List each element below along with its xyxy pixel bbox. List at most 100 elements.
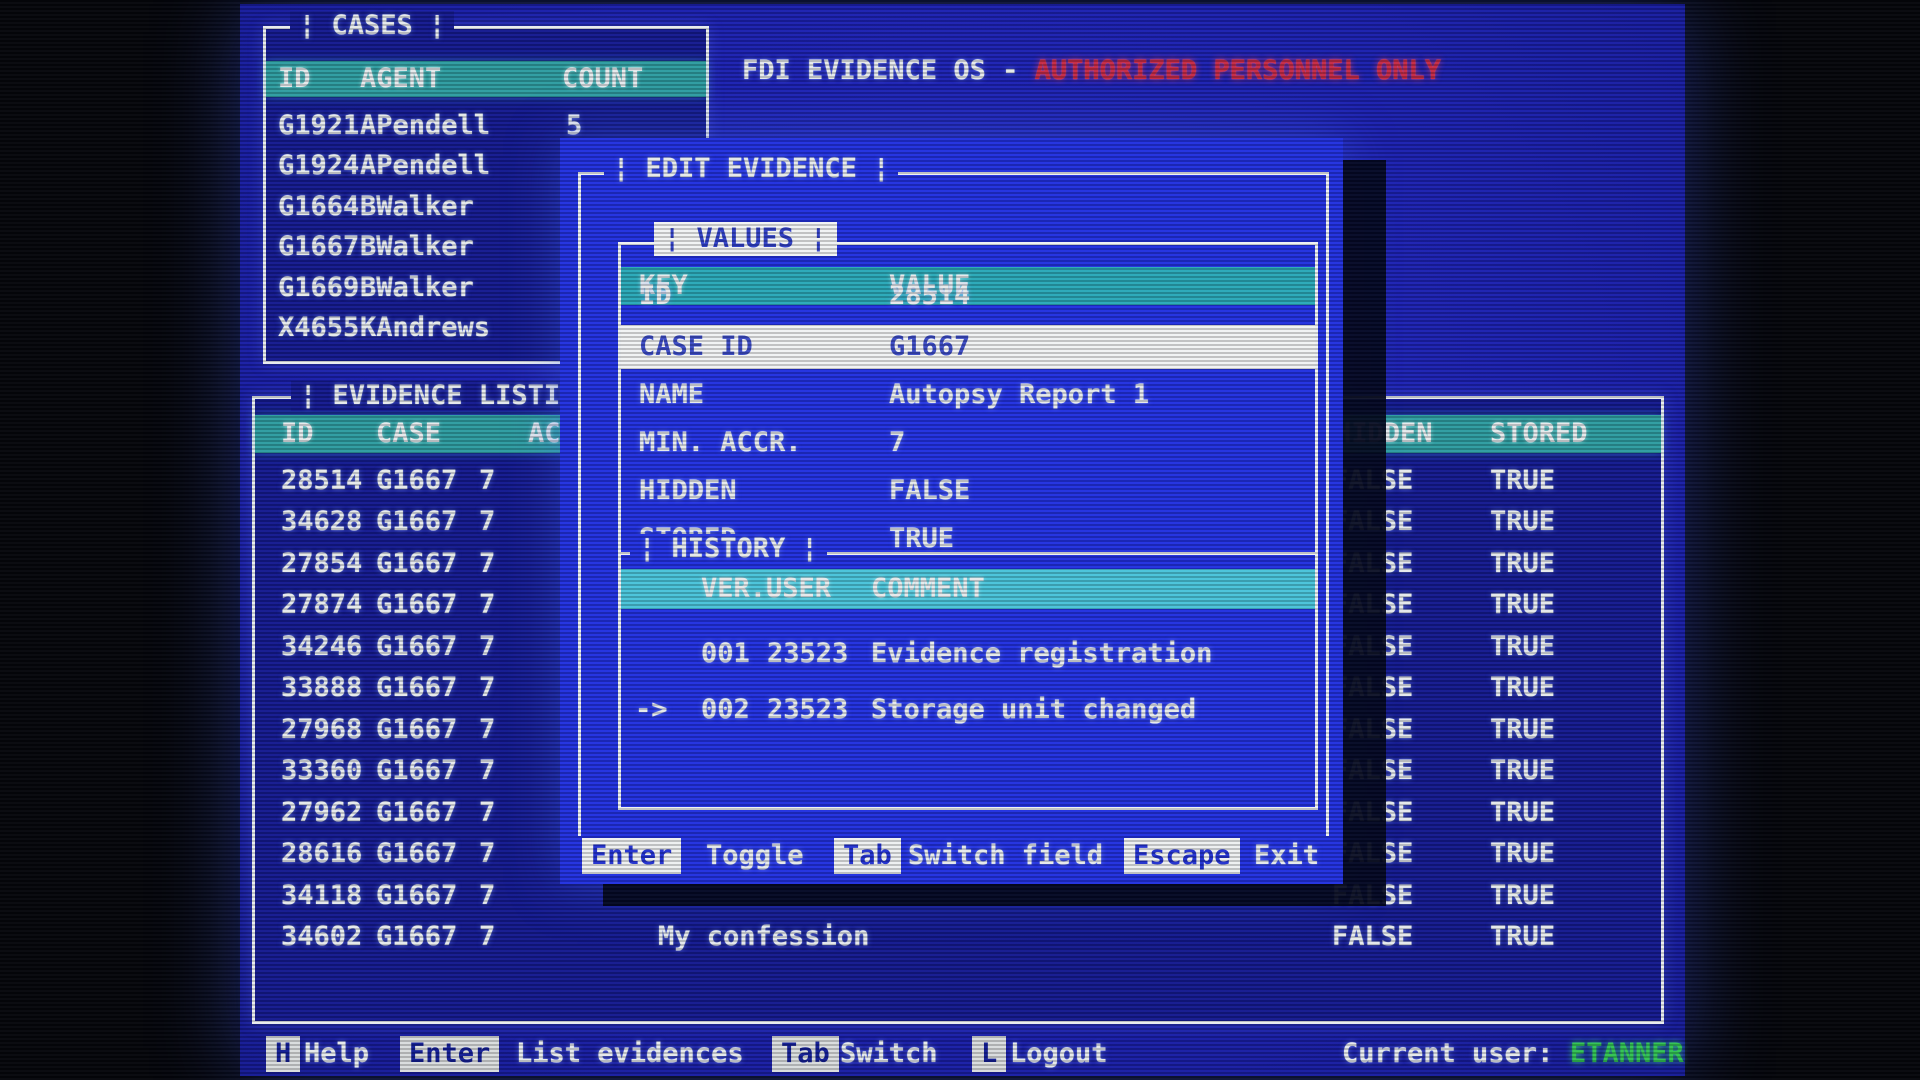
history-comment: Evidence registration [871, 638, 1213, 669]
value-val: TRUE [889, 523, 955, 554]
dialog-hint-bar: Enter Toggle Tab Switch field Escape Exi… [578, 836, 1329, 880]
evidence-hidden: FALSE [1332, 672, 1414, 703]
history-comment: Storage unit changed [871, 694, 1197, 725]
case-id: G1664 [278, 191, 360, 222]
enter-key-badge[interactable]: Enter [582, 838, 682, 874]
evidence-id: 34602 [281, 921, 363, 952]
evidence-stored: TRUE [1490, 465, 1556, 496]
evidence-case: G1667 [376, 465, 458, 496]
evidence-acc: 7 [479, 672, 496, 703]
enter-hint-label: Toggle [706, 840, 804, 871]
case-agent: APendell [360, 110, 491, 141]
evidence-id: 33360 [281, 755, 363, 786]
cases-col-agent: AGENT [360, 63, 442, 94]
case-agent: KAndrews [360, 312, 491, 343]
tab-hint-label: Switch field [908, 840, 1104, 871]
value-val: G1667 [889, 331, 971, 362]
value-key: HIDDEN [639, 475, 737, 506]
history-box: VER.USER COMMENT 001 23523 Evidence regi… [618, 552, 1318, 810]
value-row[interactable]: NAME Autopsy Report 1 [621, 373, 1315, 417]
evidence-id: 28514 [281, 465, 363, 496]
evidence-hidden: FALSE [1332, 548, 1414, 579]
evidence-col-hidden: HIDDEN [1335, 418, 1433, 449]
evidence-stored: TRUE [1490, 589, 1556, 620]
history-col-comment: COMMENT [871, 573, 985, 604]
cases-panel-title: ¦ CASES ¦ [290, 11, 455, 41]
dialog-title: ¦ EDIT EVIDENCE ¦ [604, 154, 899, 184]
evidence-stored: TRUE [1490, 921, 1556, 952]
evidence-id: 27854 [281, 548, 363, 579]
case-count: 5 [566, 110, 583, 141]
case-id: X4655 [278, 312, 360, 343]
case-agent: APendell [360, 150, 491, 181]
evidence-acc: 7 [479, 880, 496, 911]
evidence-stored: TRUE [1490, 631, 1556, 662]
evidence-hidden: FALSE [1332, 755, 1414, 786]
evidence-stored: TRUE [1490, 838, 1556, 869]
tab-key-badge[interactable]: Tab [834, 838, 901, 874]
evidence-case: G1667 [376, 714, 458, 745]
help-key-badge[interactable]: H [266, 1036, 301, 1072]
history-user: 23523 [767, 638, 849, 669]
evidence-name: My confession [658, 921, 870, 952]
evidence-case: G1667 [376, 672, 458, 703]
evidence-col-id: ID [281, 418, 314, 449]
crt-bezel: FDI EVIDENCE OS - AUTHORIZED PERSONNEL O… [0, 0, 1920, 1080]
value-key: ID [639, 280, 672, 311]
case-agent: BWalker [360, 191, 474, 222]
evidence-case: G1667 [376, 506, 458, 537]
evidence-case: G1667 [376, 838, 458, 869]
case-agent: BWalker [360, 231, 474, 262]
value-row[interactable]: HIDDEN FALSE [621, 469, 1315, 513]
evidence-hidden: FALSE [1332, 921, 1414, 952]
history-ver: 001 [701, 638, 750, 669]
evidence-hidden: FALSE [1332, 631, 1414, 662]
value-row[interactable]: ID 28514 [621, 277, 1315, 321]
value-val: FALSE [889, 475, 971, 506]
evidence-case: G1667 [376, 589, 458, 620]
evidence-hidden: FALSE [1332, 589, 1414, 620]
evidence-case: G1667 [376, 755, 458, 786]
evidence-acc: 7 [479, 589, 496, 620]
evidence-case: G1667 [376, 797, 458, 828]
logout-label: Logout [1010, 1038, 1108, 1069]
case-id: G1667 [278, 231, 360, 262]
values-box-title: ¦ VALUES ¦ [654, 222, 837, 256]
evidence-hidden: FALSE [1332, 714, 1414, 745]
current-user-label: Current user: [1342, 1038, 1554, 1069]
value-row-selected[interactable]: CASE ID G1667 [621, 325, 1315, 369]
evidence-hidden: FALSE [1332, 880, 1414, 911]
evidence-id: 28616 [281, 838, 363, 869]
app-title-text: FDI EVIDENCE OS - [742, 55, 1035, 86]
value-val: Autopsy Report 1 [889, 379, 1150, 410]
case-id: G1924 [278, 150, 360, 181]
history-user: 23523 [767, 694, 849, 725]
edit-evidence-dialog: ¦ EDIT EVIDENCE ¦ KEY VALUE ID 28514 CAS… [560, 138, 1343, 884]
evidence-acc: 7 [479, 548, 496, 579]
evidence-acc: 7 [479, 921, 496, 952]
evidence-id: 33888 [281, 672, 363, 703]
evidence-id: 27874 [281, 589, 363, 620]
evidence-case: G1667 [376, 548, 458, 579]
evidence-case: G1667 [376, 921, 458, 952]
cases-col-count: COUNT [562, 63, 644, 94]
enter-key-badge[interactable]: Enter [400, 1036, 500, 1072]
values-box: KEY VALUE ID 28514 CASE ID G1667 NAME Au… [618, 242, 1318, 578]
status-bar: H Help Enter List evidences Tab Switch L… [240, 1034, 1685, 1078]
help-label: Help [304, 1038, 370, 1069]
evidence-col-stored: STORED [1490, 418, 1588, 449]
tab-key-badge[interactable]: Tab [772, 1036, 839, 1072]
list-evidences-label: List evidences [516, 1038, 744, 1069]
logout-key-badge[interactable]: L [972, 1036, 1007, 1072]
history-row-arrow-icon: -> [635, 694, 668, 725]
evidence-id: 27968 [281, 714, 363, 745]
escape-key-badge[interactable]: Escape [1124, 838, 1240, 874]
evidence-acc: 7 [479, 714, 496, 745]
history-col-ver-user: VER.USER [701, 573, 832, 604]
value-key: CASE ID [639, 331, 753, 362]
switch-label: Switch [840, 1038, 938, 1069]
value-row[interactable]: MIN. ACCR. 7 [621, 421, 1315, 465]
evidence-hidden: FALSE [1332, 506, 1414, 537]
evidence-acc: 7 [479, 797, 496, 828]
evidence-col-case: CASE [376, 418, 442, 449]
